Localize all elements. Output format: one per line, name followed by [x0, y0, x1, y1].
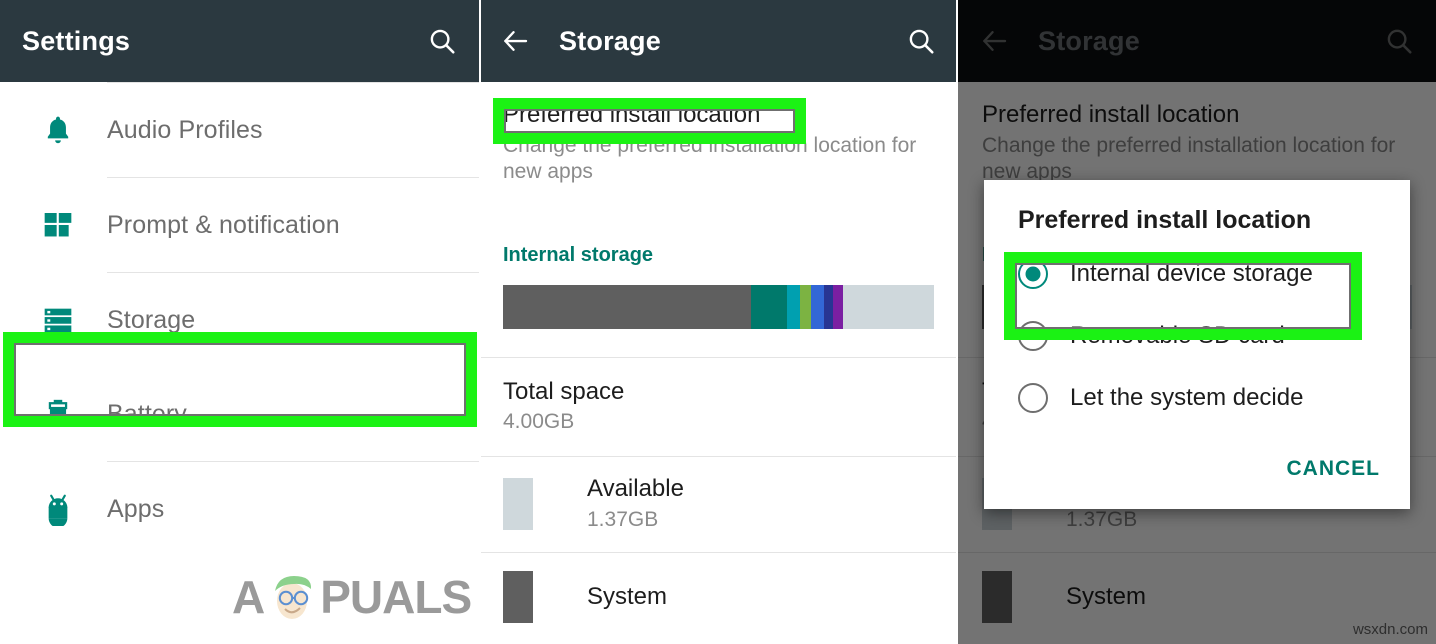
dialog-actions: CANCEL [984, 429, 1410, 497]
dialog-title: Preferred install location [1018, 206, 1312, 234]
android-icon [0, 492, 107, 526]
bell-icon [0, 113, 107, 147]
radio-button[interactable] [1018, 321, 1048, 351]
radio-option-internal-device-storage[interactable]: Internal device storage [984, 243, 1410, 305]
page-title: Settings [22, 25, 131, 56]
battery-icon [0, 397, 107, 431]
radio-button[interactable] [1018, 383, 1048, 413]
radio-button-selected[interactable] [1018, 259, 1048, 289]
bar-segment-apps [750, 284, 788, 329]
search-icon[interactable] [906, 26, 936, 56]
bar-segment-available [843, 284, 934, 329]
screenshot-root: Settings Audio Profiles Prompt & notific… [0, 0, 1436, 644]
cancel-button[interactable]: CANCEL [1287, 457, 1381, 481]
grid-icon [0, 209, 107, 241]
back-arrow-icon[interactable] [501, 26, 531, 56]
sidebar-item-battery[interactable]: Battery [0, 367, 479, 461]
system-swatch [503, 571, 533, 624]
panel-settings: Settings Audio Profiles Prompt & notific… [0, 0, 479, 644]
preferred-install-location-row[interactable]: Preferred install location Change the pr… [479, 82, 958, 192]
bar-spacer [479, 329, 958, 357]
bar-segment-misc [832, 284, 844, 329]
site-watermark: wsxdn.com [1352, 621, 1428, 638]
radio-option-label: Internal device storage [1070, 260, 1313, 287]
available-row[interactable]: Available 1.37GB [479, 457, 958, 552]
preferred-install-location-subtitle: Change the preferred installation locati… [503, 134, 917, 184]
panel-storage: Storage Preferred install location Chang… [479, 0, 958, 644]
sidebar-item-label: Apps [107, 494, 165, 523]
radio-option-label: Removable SD card [1070, 322, 1285, 349]
total-space-label: Total space [503, 377, 625, 405]
page-title: Storage [559, 25, 661, 56]
storage-usage-bar [503, 284, 934, 329]
bar-segment-cached [824, 284, 833, 329]
storage-appbar: Storage [479, 0, 958, 82]
sidebar-item-label: Battery [107, 399, 187, 428]
search-icon[interactable] [427, 26, 457, 56]
available-swatch [503, 477, 533, 530]
radio-option-let-the-system-decide[interactable]: Let the system decide [984, 367, 1410, 429]
available-label: Available [587, 475, 684, 503]
bar-segment-pictures [787, 284, 801, 329]
system-row[interactable]: System [479, 553, 958, 643]
preferred-install-location-title: Preferred install location [503, 101, 761, 128]
radio-option-removable-sd-card[interactable]: Removable SD card [984, 305, 1410, 367]
sidebar-item-audio-profiles[interactable]: Audio Profiles [0, 83, 479, 177]
sidebar-item-storage[interactable]: Storage [0, 273, 479, 367]
radio-option-label: Let the system decide [1070, 384, 1304, 411]
bar-segment-audio [800, 284, 812, 329]
sidebar-item-label: Prompt & notification [107, 210, 340, 239]
settings-list: Audio Profiles Prompt & notification Sto… [0, 82, 479, 644]
sidebar-item-prompt-notification[interactable]: Prompt & notification [0, 178, 479, 272]
internal-storage-header: Internal storage [503, 243, 654, 266]
available-value: 1.37GB [587, 508, 659, 532]
preferred-install-location-dialog: Preferred install location Internal devi… [984, 180, 1410, 509]
bar-segment-system [503, 284, 751, 329]
system-label: System [587, 582, 668, 610]
storage-icon [0, 304, 107, 336]
panel-storage-dialog: Storage Preferred install location Chang… [958, 0, 1436, 644]
bar-segment-downloads [811, 284, 825, 329]
panel-separator-1 [479, 0, 481, 644]
sidebar-item-label: Storage [107, 305, 196, 334]
total-space-row[interactable]: Total space 4.00GB [479, 358, 958, 457]
sidebar-item-apps[interactable]: Apps [0, 462, 479, 556]
total-space-value: 4.00GB [503, 410, 575, 434]
sidebar-item-label: Audio Profiles [107, 115, 263, 144]
storage-content: Preferred install location Change the pr… [479, 82, 958, 644]
settings-appbar: Settings [0, 0, 479, 82]
panel-separator-2 [956, 0, 958, 644]
